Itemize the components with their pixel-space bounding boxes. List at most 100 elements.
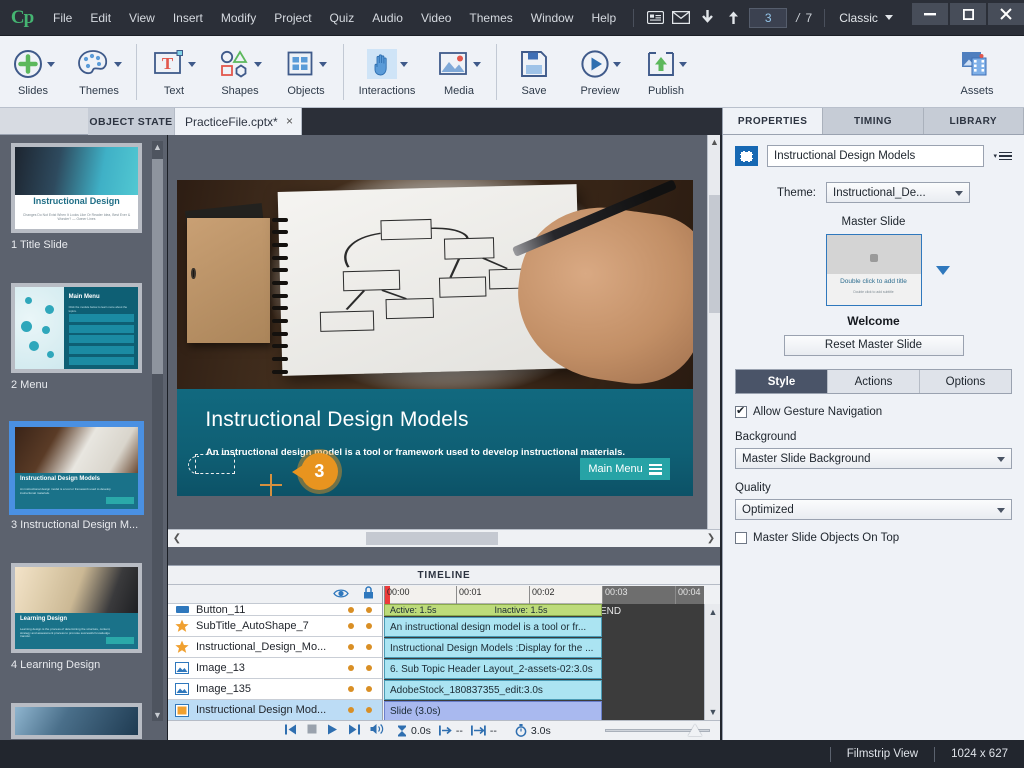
toolbar-publish-button[interactable]: Publish (633, 36, 699, 108)
menu-project[interactable]: Project (265, 0, 320, 36)
download-icon[interactable] (694, 0, 720, 36)
tab-style[interactable]: Style (736, 370, 828, 393)
canvas-horizontal-scrollbar[interactable]: ❮ ❯ (168, 529, 720, 547)
filmstrip-slide-3[interactable]: Instructional Design Models An instructi… (9, 421, 144, 531)
menu-help[interactable]: Help (582, 0, 625, 36)
workspace-selector[interactable]: Classic (833, 11, 899, 25)
go-to-end-icon[interactable] (343, 724, 365, 738)
timeline-zoom-slider[interactable] (605, 724, 710, 736)
visibility-dot[interactable] (348, 707, 354, 713)
tab-options[interactable]: Options (920, 370, 1011, 393)
slide-thumbnail[interactable]: Learning Design Learning design is the p… (11, 563, 142, 653)
allow-gesture-navigation-row[interactable]: Allow Gesture Navigation (735, 404, 1012, 418)
theme-select[interactable]: Instructional_De... (826, 182, 970, 203)
toolbar-assets-button[interactable]: Assets (944, 36, 1010, 108)
close-icon[interactable]: × (286, 114, 293, 128)
slide-subtitle-text[interactable]: An instructional design model is a tool … (206, 447, 625, 458)
menu-themes[interactable]: Themes (460, 0, 521, 36)
slide-thumbnail[interactable] (11, 703, 142, 739)
lock-dot[interactable] (366, 606, 372, 613)
scroll-up-icon[interactable]: ▲ (705, 604, 721, 620)
filmstrip-slide-5[interactable] (11, 703, 142, 739)
menu-window[interactable]: Window (522, 0, 583, 36)
timeline-row[interactable]: Button_11 (168, 604, 382, 616)
timeline-track-button[interactable]: Active: 1.5s Inactive: 1.5s (384, 604, 602, 616)
timeline-ruler[interactable]: 00:00 00:01 00:02 00:03 00:04 (384, 586, 704, 604)
lock-dot[interactable] (366, 665, 372, 671)
timeline-track-slide[interactable]: Slide (3.0s) (384, 701, 602, 720)
visibility-dot[interactable] (348, 623, 354, 629)
scroll-up-icon[interactable]: ▲ (152, 141, 163, 153)
lock-dot[interactable] (366, 623, 372, 629)
tab-timing[interactable]: TIMING (823, 108, 924, 134)
slide-title-text[interactable]: Instructional Design Models (205, 408, 468, 432)
filmstrip-slide-1[interactable]: Instructional Design Changes Do Not Exis… (11, 143, 142, 251)
master-objects-on-top-checkbox[interactable] (735, 532, 747, 544)
scroll-down-icon[interactable]: ▼ (152, 709, 163, 721)
toolbar-objects-button[interactable]: Objects (273, 36, 339, 108)
audio-icon[interactable] (365, 723, 389, 738)
main-menu-button[interactable]: Main Menu (580, 458, 670, 481)
visibility-dot[interactable] (348, 665, 354, 671)
reset-master-slide-button[interactable]: Reset Master Slide (783, 335, 964, 356)
menu-file[interactable]: File (44, 0, 81, 36)
master-slide-thumbnail[interactable]: Double click to add title Double click t… (825, 234, 922, 306)
timeline-vertical-scrollbar[interactable]: ▲ ▼ (704, 604, 720, 720)
slide-thumbnail[interactable]: Main Menu Click the module below to lear… (11, 283, 142, 373)
eye-icon[interactable] (333, 586, 349, 604)
filmstrip-scroll-thumb[interactable] (152, 159, 163, 374)
play-icon[interactable] (322, 724, 343, 738)
toolbar-save-button[interactable]: Save (501, 36, 567, 108)
toolbar-text-button[interactable]: T Text (141, 36, 207, 108)
toolbar-themes-button[interactable]: Themes (66, 36, 132, 108)
timeline-track-subtitle[interactable]: An instructional design model is a tool … (384, 617, 602, 637)
lock-dot[interactable] (366, 644, 372, 650)
toolbar-slides-button[interactable]: Slides (0, 36, 66, 108)
menu-insert[interactable]: Insert (164, 0, 212, 36)
visibility-dot[interactable] (348, 686, 354, 692)
master-objects-on-top-row[interactable]: Master Slide Objects On Top (735, 532, 1012, 544)
visibility-dot[interactable] (348, 606, 354, 613)
mail-icon[interactable] (668, 0, 694, 36)
scroll-up-icon[interactable]: ▲ (708, 135, 720, 149)
toolbar-shapes-button[interactable]: Shapes (207, 36, 273, 108)
scroll-right-icon[interactable]: ❯ (704, 532, 718, 545)
timeline-row-selected[interactable]: Instructional Design Mod... (168, 700, 382, 721)
timeline-row[interactable]: Instructional_Design_Mo... (168, 637, 382, 658)
canvas-vertical-scrollbar[interactable]: ▲ ▼ (707, 135, 720, 547)
slide-state-icon[interactable] (735, 146, 758, 166)
canvas-vscroll-thumb[interactable] (709, 195, 720, 313)
slide-thumbnail-selected[interactable]: Instructional Design Models An instructi… (9, 421, 144, 515)
master-slide-dropdown-icon[interactable] (935, 265, 950, 275)
tab-library[interactable]: LIBRARY (923, 108, 1024, 134)
filmstrip-panel[interactable]: Instructional Design Changes Do Not Exis… (0, 135, 168, 740)
timeline-row[interactable]: Image_135 (168, 679, 382, 700)
minimize-button[interactable] (912, 3, 948, 25)
slide-thumbnail[interactable]: Instructional Design Changes Do Not Exis… (11, 143, 142, 233)
menu-view[interactable]: View (120, 0, 164, 36)
timeline-track-title[interactable]: Instructional Design Models :Display for… (384, 638, 602, 658)
selection-marquee[interactable] (188, 453, 236, 474)
timeline-row[interactable]: Image_13 (168, 658, 382, 679)
slide-canvas[interactable]: Instructional Design Models An instructi… (168, 135, 720, 565)
timeline-tracks[interactable]: 00:00 00:01 00:02 00:03 00:04 END Active… (384, 586, 704, 720)
lock-dot[interactable] (366, 707, 372, 713)
canvas-hscroll-thumb[interactable] (366, 532, 498, 545)
filmstrip-slide-2[interactable]: Main Menu Click the module below to lear… (11, 283, 142, 391)
upload-icon[interactable] (720, 0, 746, 36)
toolbar-media-button[interactable]: Media (426, 36, 492, 108)
close-button[interactable] (988, 3, 1024, 25)
menu-quiz[interactable]: Quiz (321, 0, 364, 36)
timeline-track-image-135[interactable]: AdobeStock_180837355_edit:3.0s (384, 680, 602, 700)
timeline-row[interactable]: SubTitle_AutoShape_7 (168, 616, 382, 637)
scroll-left-icon[interactable]: ❮ (170, 532, 184, 545)
object-name-input[interactable]: Instructional Design Models (767, 145, 985, 167)
menu-edit[interactable]: Edit (81, 0, 120, 36)
background-select[interactable]: Master Slide Background (735, 448, 1012, 469)
lock-icon[interactable] (363, 585, 374, 604)
stop-icon[interactable] (302, 724, 322, 737)
go-to-start-icon[interactable] (280, 724, 302, 738)
tab-object-state[interactable]: OBJECT STATE (88, 108, 174, 135)
toolbar-interactions-button[interactable]: Interactions (348, 36, 426, 108)
slide-notes-icon[interactable] (642, 0, 668, 36)
